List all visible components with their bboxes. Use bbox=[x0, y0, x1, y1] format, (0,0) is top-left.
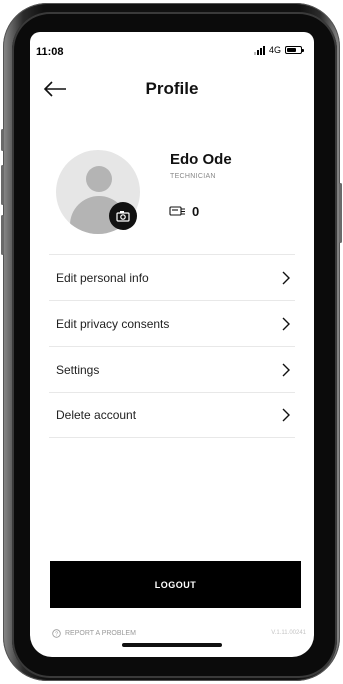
help-circle-icon: ? bbox=[52, 629, 61, 638]
menu-item-edit-personal-info[interactable]: Edit personal info bbox=[49, 254, 295, 300]
camera-icon bbox=[116, 211, 130, 222]
app-screen: 11:08 4G Profile Edo Ode TECHNICIAN 0 Ed… bbox=[30, 32, 314, 657]
svg-text:?: ? bbox=[55, 632, 58, 638]
power-button bbox=[339, 183, 342, 243]
battery-icon bbox=[285, 46, 304, 54]
profile-name: Edo Ode bbox=[170, 151, 232, 168]
profile-role: TECHNICIAN bbox=[170, 173, 216, 180]
menu-item-label: Delete account bbox=[56, 408, 137, 422]
home-indicator[interactable] bbox=[122, 643, 222, 647]
report-problem-link[interactable]: ? REPORT A PROBLEM bbox=[52, 629, 136, 638]
chevron-right-icon bbox=[282, 271, 290, 284]
chevron-right-icon bbox=[282, 408, 290, 422]
user-placeholder-icon bbox=[86, 166, 112, 192]
volume-down-button bbox=[1, 215, 4, 255]
report-problem-label: REPORT A PROBLEM bbox=[65, 630, 136, 637]
menu-item-edit-privacy-consents[interactable]: Edit privacy consents bbox=[49, 300, 295, 346]
change-photo-button[interactable] bbox=[109, 202, 137, 230]
status-bar: 11:08 4G bbox=[30, 32, 314, 70]
chevron-right-icon bbox=[282, 363, 290, 376]
menu-item-label: Settings bbox=[56, 362, 100, 377]
points-value: 0 bbox=[192, 204, 200, 219]
profile-menu: Edit personal info Edit privacy consents… bbox=[49, 254, 295, 438]
points-display: 0 bbox=[169, 204, 199, 219]
status-indicators: 4G bbox=[253, 45, 304, 55]
signal-icon bbox=[253, 45, 265, 55]
logout-button[interactable]: LOGOUT bbox=[50, 561, 301, 608]
menu-item-settings[interactable]: Settings bbox=[49, 346, 295, 392]
volume-up-button bbox=[1, 165, 4, 205]
network-label: 4G bbox=[268, 45, 281, 55]
side-button-left bbox=[1, 129, 4, 151]
menu-item-label: Edit privacy consents bbox=[56, 316, 170, 331]
points-card-icon bbox=[169, 206, 185, 216]
page-title: Profile bbox=[145, 79, 199, 98]
chevron-right-icon bbox=[282, 317, 290, 330]
menu-item-label: Edit personal info bbox=[56, 270, 149, 285]
app-version: V.1.11.00241 bbox=[271, 630, 306, 636]
menu-item-delete-account[interactable]: Delete account bbox=[49, 392, 295, 438]
status-time: 11:08 bbox=[36, 46, 64, 58]
